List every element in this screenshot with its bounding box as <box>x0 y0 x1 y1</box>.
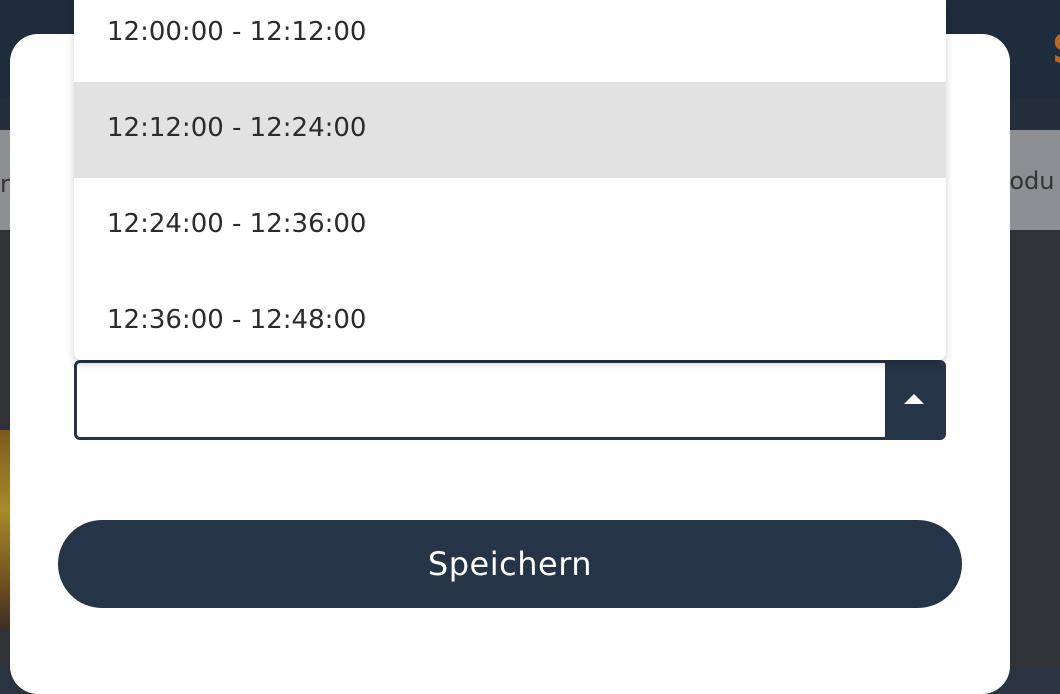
time-slot-option[interactable]: 12:12:00 - 12:24:00 <box>74 82 946 178</box>
time-slot-option-label: 12:00:00 - 12:12:00 <box>107 17 367 47</box>
background-logo: S <box>1052 30 1060 70</box>
time-slot-option-label: 12:36:00 - 12:48:00 <box>107 305 367 335</box>
select-toggle-button[interactable] <box>885 363 943 437</box>
time-slot-option[interactable]: 12:24:00 - 12:36:00 <box>74 178 946 274</box>
time-slot-dropdown: 12:00:00 - 12:12:00 12:12:00 - 12:24:00 … <box>74 0 946 360</box>
time-slot-select[interactable] <box>74 360 946 440</box>
time-slot-option[interactable]: 12:36:00 - 12:48:00 <box>74 274 946 360</box>
save-button[interactable]: Speichern <box>58 520 962 608</box>
time-slot-option-label: 12:24:00 - 12:36:00 <box>107 209 367 239</box>
time-slot-option-label: 12:12:00 - 12:24:00 <box>107 113 367 143</box>
caret-up-icon <box>904 394 924 404</box>
time-slot-option[interactable]: 12:00:00 - 12:12:00 <box>74 0 946 82</box>
